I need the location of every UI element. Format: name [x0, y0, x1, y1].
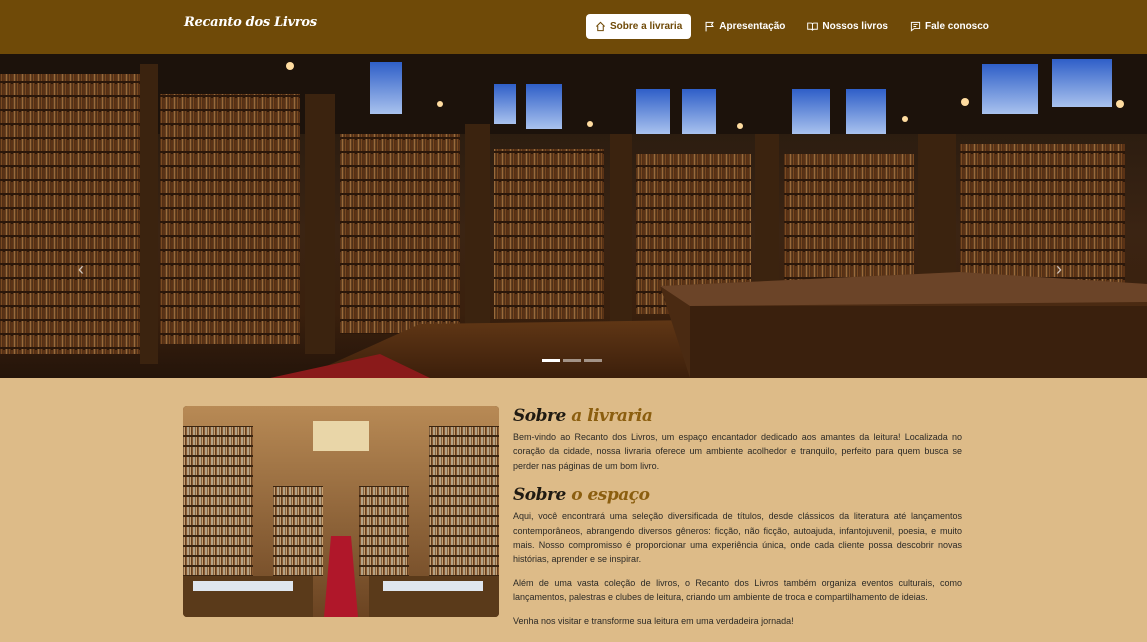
hero-carousel: ‹ › [0, 54, 1147, 378]
carousel-indicators [542, 359, 602, 362]
space-title-main: Sobre [513, 485, 566, 506]
about-title-accent: a livraria [571, 406, 653, 426]
library-hall-image [0, 54, 1147, 378]
navbar: Recanto dos Livros Sobre a livraria Apre… [0, 0, 1147, 54]
bookstore-interior-image [183, 406, 499, 617]
home-icon [596, 21, 605, 32]
chat-icon [910, 21, 921, 32]
nav-item-sobre[interactable]: Sobre a livraria [586, 14, 692, 39]
space-paragraph-1: Aqui, você encontrará uma seleção divers… [513, 511, 962, 565]
carousel-prev-button[interactable]: ‹ [78, 259, 84, 280]
flag-icon [705, 21, 715, 32]
space-title-accent: o espaço [571, 485, 650, 506]
space-paragraph-2: Além de uma vasta coleção de livros, o R… [513, 577, 962, 603]
nav-item-contato[interactable]: Fale conosco [901, 14, 998, 39]
space-paragraph-3: Venha nos visitar e transforme sua leitu… [513, 615, 794, 626]
nav-item-apresentacao[interactable]: Apresentação [695, 14, 794, 39]
nav-item-label: Sobre a livraria [610, 21, 683, 32]
carousel-indicator-1[interactable] [542, 359, 560, 362]
brand-logo[interactable]: Recanto dos Livros [184, 15, 317, 30]
about-paragraph: Bem-vindo ao Recanto dos Livros, um espa… [513, 432, 962, 471]
nav-menu: Sobre a livraria Apresentação Nossos liv… [586, 14, 998, 39]
about-title-main: Sobre [513, 406, 566, 426]
book-icon [807, 22, 819, 31]
carousel-indicator-2[interactable] [563, 359, 581, 362]
nav-item-label: Nossos livros [822, 21, 888, 32]
nav-item-label: Apresentação [719, 21, 786, 32]
carousel-next-button[interactable]: › [1056, 259, 1062, 280]
about-section: Sobre a livraria Bem-vindo ao Recanto do… [513, 406, 962, 628]
nav-item-livros[interactable]: Nossos livros [798, 14, 897, 39]
nav-item-label: Fale conosco [925, 21, 989, 32]
space-title: Sobre o espaço [513, 485, 962, 505]
about-title: Sobre a livraria [513, 406, 962, 426]
carousel-indicator-3[interactable] [584, 359, 602, 362]
